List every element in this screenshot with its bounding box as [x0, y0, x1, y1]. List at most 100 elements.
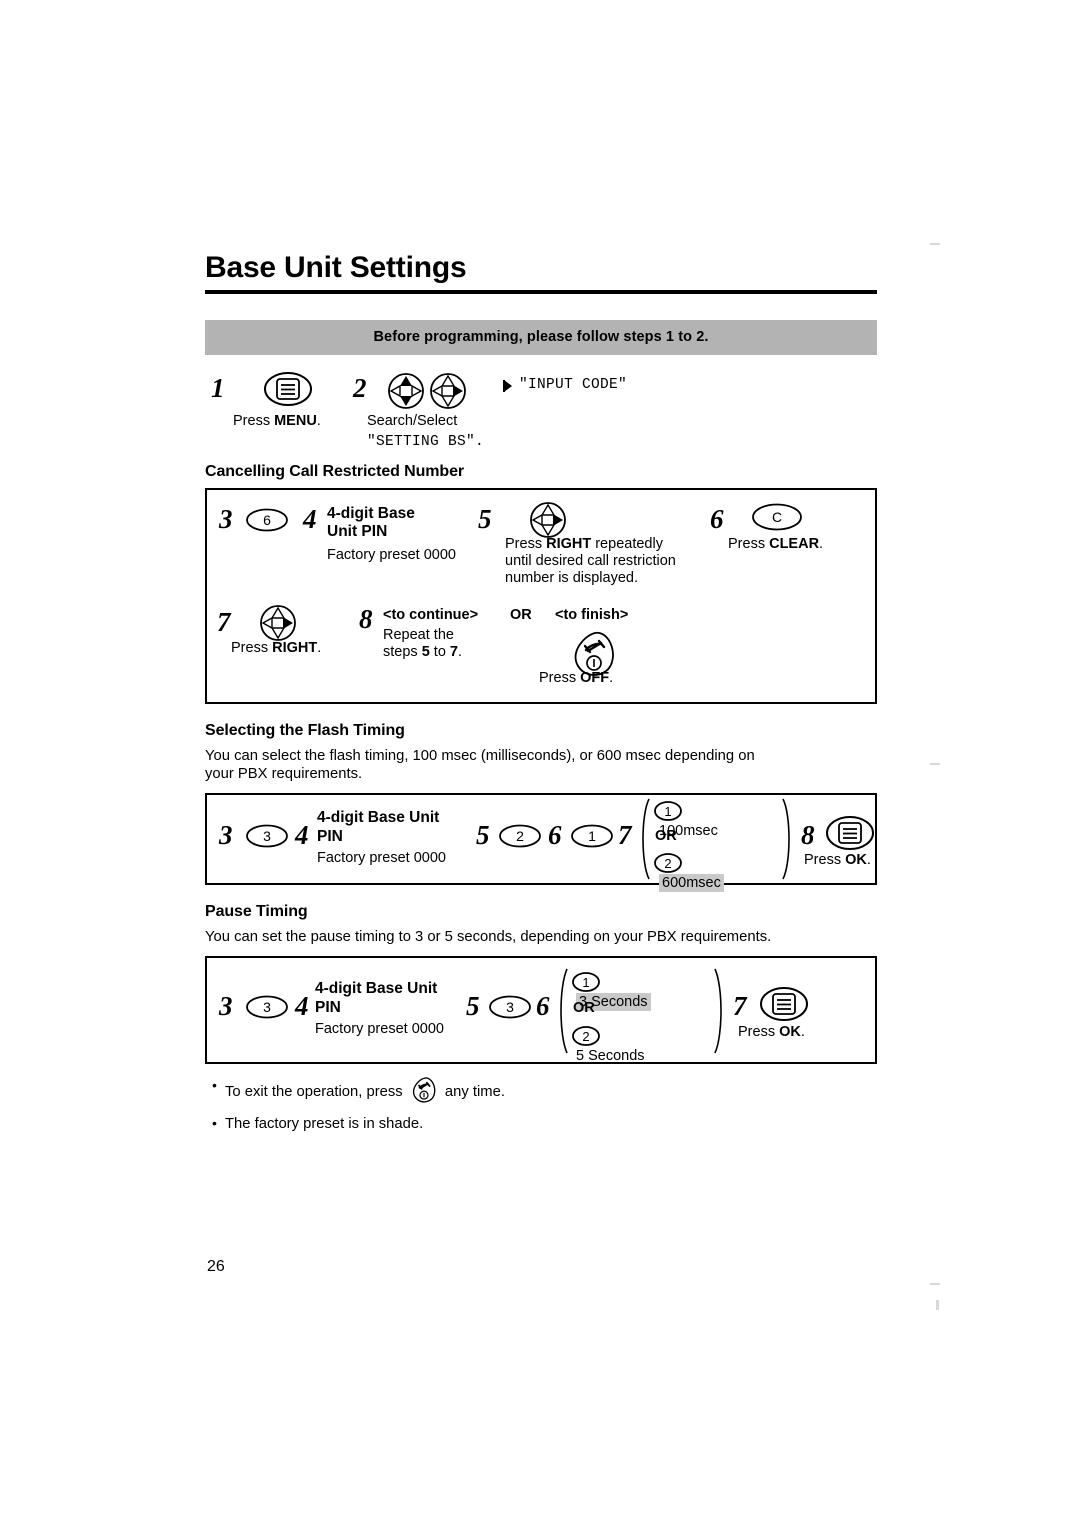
keypad-key-1-icon[interactable]: 1: [571, 971, 601, 993]
flash-ok-key: OK: [845, 852, 867, 869]
flash-desc-line1: You can select the flash timing, 100 mse…: [205, 747, 755, 764]
step-6-caption-prefix: Press: [728, 535, 770, 552]
footnotes: To exit the operation, press: [205, 1075, 877, 1135]
step-4-label: 4-digit Base Unit PIN: [317, 809, 439, 846]
step-number-6: 6: [548, 820, 562, 851]
pause-option-2-row[interactable]: 2 5 Seconds: [571, 1025, 645, 1065]
pause-or-label: OR: [573, 1000, 595, 1017]
keypad-key-3-icon[interactable]: 3: [245, 823, 289, 854]
procedure-box-cancel: 3 6 4 4-digit Base Unit PIN Factory pres…: [205, 487, 877, 704]
page-number: 26: [207, 1258, 225, 1275]
left-paren-icon: [560, 968, 568, 1054]
step-5-text-line3: number is displayed.: [505, 570, 638, 587]
pause-ok-prefix: Press: [738, 1024, 780, 1041]
keypad-key-2-icon[interactable]: 2: [498, 823, 542, 854]
svg-text:3: 3: [263, 999, 271, 1015]
step-number-6: 6: [536, 991, 550, 1022]
keypad-key-2-icon[interactable]: 2: [653, 852, 683, 874]
step-4-label-line2: Unit PIN: [327, 523, 388, 541]
keypad-key-1-icon[interactable]: 1: [653, 800, 683, 822]
section-heading-pause: Pause Timing: [205, 903, 308, 921]
procedure-box-flash: 3 3 4 4-digit Base Unit PIN Factory pres…: [205, 793, 877, 893]
step-7-caption-prefix: Press: [231, 639, 273, 656]
step-number-5: 5: [476, 820, 490, 851]
step-8-steps-word: steps: [383, 643, 422, 660]
flash-step-4-note: Factory preset 0000: [317, 850, 446, 867]
scan-artifact: [930, 1283, 940, 1285]
step-1-caption-key: MENU: [274, 412, 317, 429]
footnote-2: The factory preset is in shade.: [205, 1113, 877, 1135]
keypad-key-2-icon[interactable]: 2: [571, 1025, 601, 1047]
section-heading-flash: Selecting the Flash Timing: [205, 721, 405, 739]
step-8-finish-prefix: Press: [539, 669, 581, 686]
keypad-key-3-icon[interactable]: 3: [488, 994, 532, 1025]
step-6-caption-key: CLEAR: [769, 535, 820, 552]
step-number-4: 4: [295, 820, 309, 851]
step-number-8: 8: [359, 603, 373, 634]
step-8-finish-key: OFF: [580, 669, 610, 686]
keypad-key-1-icon[interactable]: 1: [570, 823, 614, 854]
step-4-label: 4-digit Base Unit PIN: [327, 505, 415, 542]
display-arrow-icon: [501, 378, 515, 399]
footnote-1-text-b: any time.: [444, 1084, 505, 1101]
display-text: "INPUT CODE": [519, 376, 628, 393]
title-divider: [205, 289, 877, 294]
step-number-7: 7: [217, 606, 231, 637]
step-7-caption: Press RIGHT.: [231, 640, 321, 658]
step-5-text-line2: until desired call restriction: [505, 552, 676, 569]
flash-option-2-row[interactable]: 2 600msec: [653, 852, 724, 893]
joystick-up-down-icon[interactable]: [385, 371, 427, 416]
step-8-continue-text: Repeat the steps 5 to 7.: [383, 627, 462, 662]
step-8-step-from: 5: [421, 643, 430, 660]
step-1-caption-suffix: .: [316, 412, 321, 429]
footnote-1: To exit the operation, press: [205, 1075, 877, 1111]
ok-button-icon[interactable]: [825, 815, 875, 856]
manual-page: Base Unit Settings Before programming, p…: [0, 0, 1080, 1528]
step-8-continue-line2: steps 5 to 7.: [383, 644, 462, 661]
pause-step-4-line1: 4-digit Base Unit: [315, 980, 438, 998]
pause-step-4-note: Factory preset 0000: [315, 1021, 444, 1038]
step-8-period: .: [458, 643, 463, 660]
footnote-1-text-a: To exit the operation, press: [225, 1084, 403, 1101]
pause-ok-key: OK: [779, 1024, 801, 1041]
clear-button-icon[interactable]: C: [750, 502, 804, 537]
keypad-key-3-icon[interactable]: 3: [245, 994, 289, 1025]
step-number-4: 4: [295, 991, 309, 1022]
pause-option-2-label: 5 Seconds: [576, 1048, 645, 1065]
step-number-6: 6: [710, 503, 724, 534]
flash-ok-suffix: .: [866, 852, 871, 869]
step-5-text-prefix: Press: [505, 535, 547, 552]
svg-text:1: 1: [588, 828, 596, 844]
left-paren-icon: [642, 799, 650, 880]
step-2-caption-line1: Search/Select: [367, 412, 458, 429]
step-8-finish-caption: Press OFF.: [539, 670, 613, 688]
svg-text:C: C: [772, 509, 782, 525]
step-8-continue-line1: Repeat the: [383, 626, 454, 643]
flash-ok-prefix: Press: [804, 852, 846, 869]
ok-button-icon[interactable]: [759, 986, 809, 1027]
pause-step-7-caption: Press OK.: [738, 1024, 805, 1042]
svg-text:6: 6: [263, 512, 271, 528]
menu-button-icon[interactable]: [263, 371, 313, 412]
svg-text:3: 3: [506, 999, 514, 1015]
scan-artifact: [936, 1300, 939, 1310]
page-content: Base Unit Settings Before programming, p…: [205, 252, 877, 1135]
flash-step-4-line1: 4-digit Base Unit: [317, 809, 440, 827]
section-description-flash: You can select the flash timing, 100 mse…: [205, 747, 877, 785]
svg-text:2: 2: [664, 856, 671, 871]
section-heading-cancel: Cancelling Call Restricted Number: [205, 462, 464, 480]
svg-text:2: 2: [516, 828, 524, 844]
pause-step-4-label: 4-digit Base Unit PIN: [315, 980, 437, 1017]
step-number-3: 3: [219, 820, 233, 851]
svg-text:3: 3: [263, 828, 271, 844]
step-5-text-key: RIGHT: [546, 535, 592, 552]
flash-step-4-line2: PIN: [317, 827, 343, 845]
step-8-finish-suffix: .: [609, 669, 614, 686]
step-6-caption: Press CLEAR.: [728, 536, 823, 554]
joystick-right-icon[interactable]: [427, 371, 469, 416]
keypad-key-6-icon[interactable]: 6: [245, 507, 289, 538]
step-7-caption-suffix: .: [317, 639, 322, 656]
step-8-continue-label: <to continue>: [383, 606, 479, 623]
step-2-caption-line2: "SETTING BS".: [367, 433, 485, 450]
step-5-text-suffix: repeatedly: [591, 535, 663, 552]
